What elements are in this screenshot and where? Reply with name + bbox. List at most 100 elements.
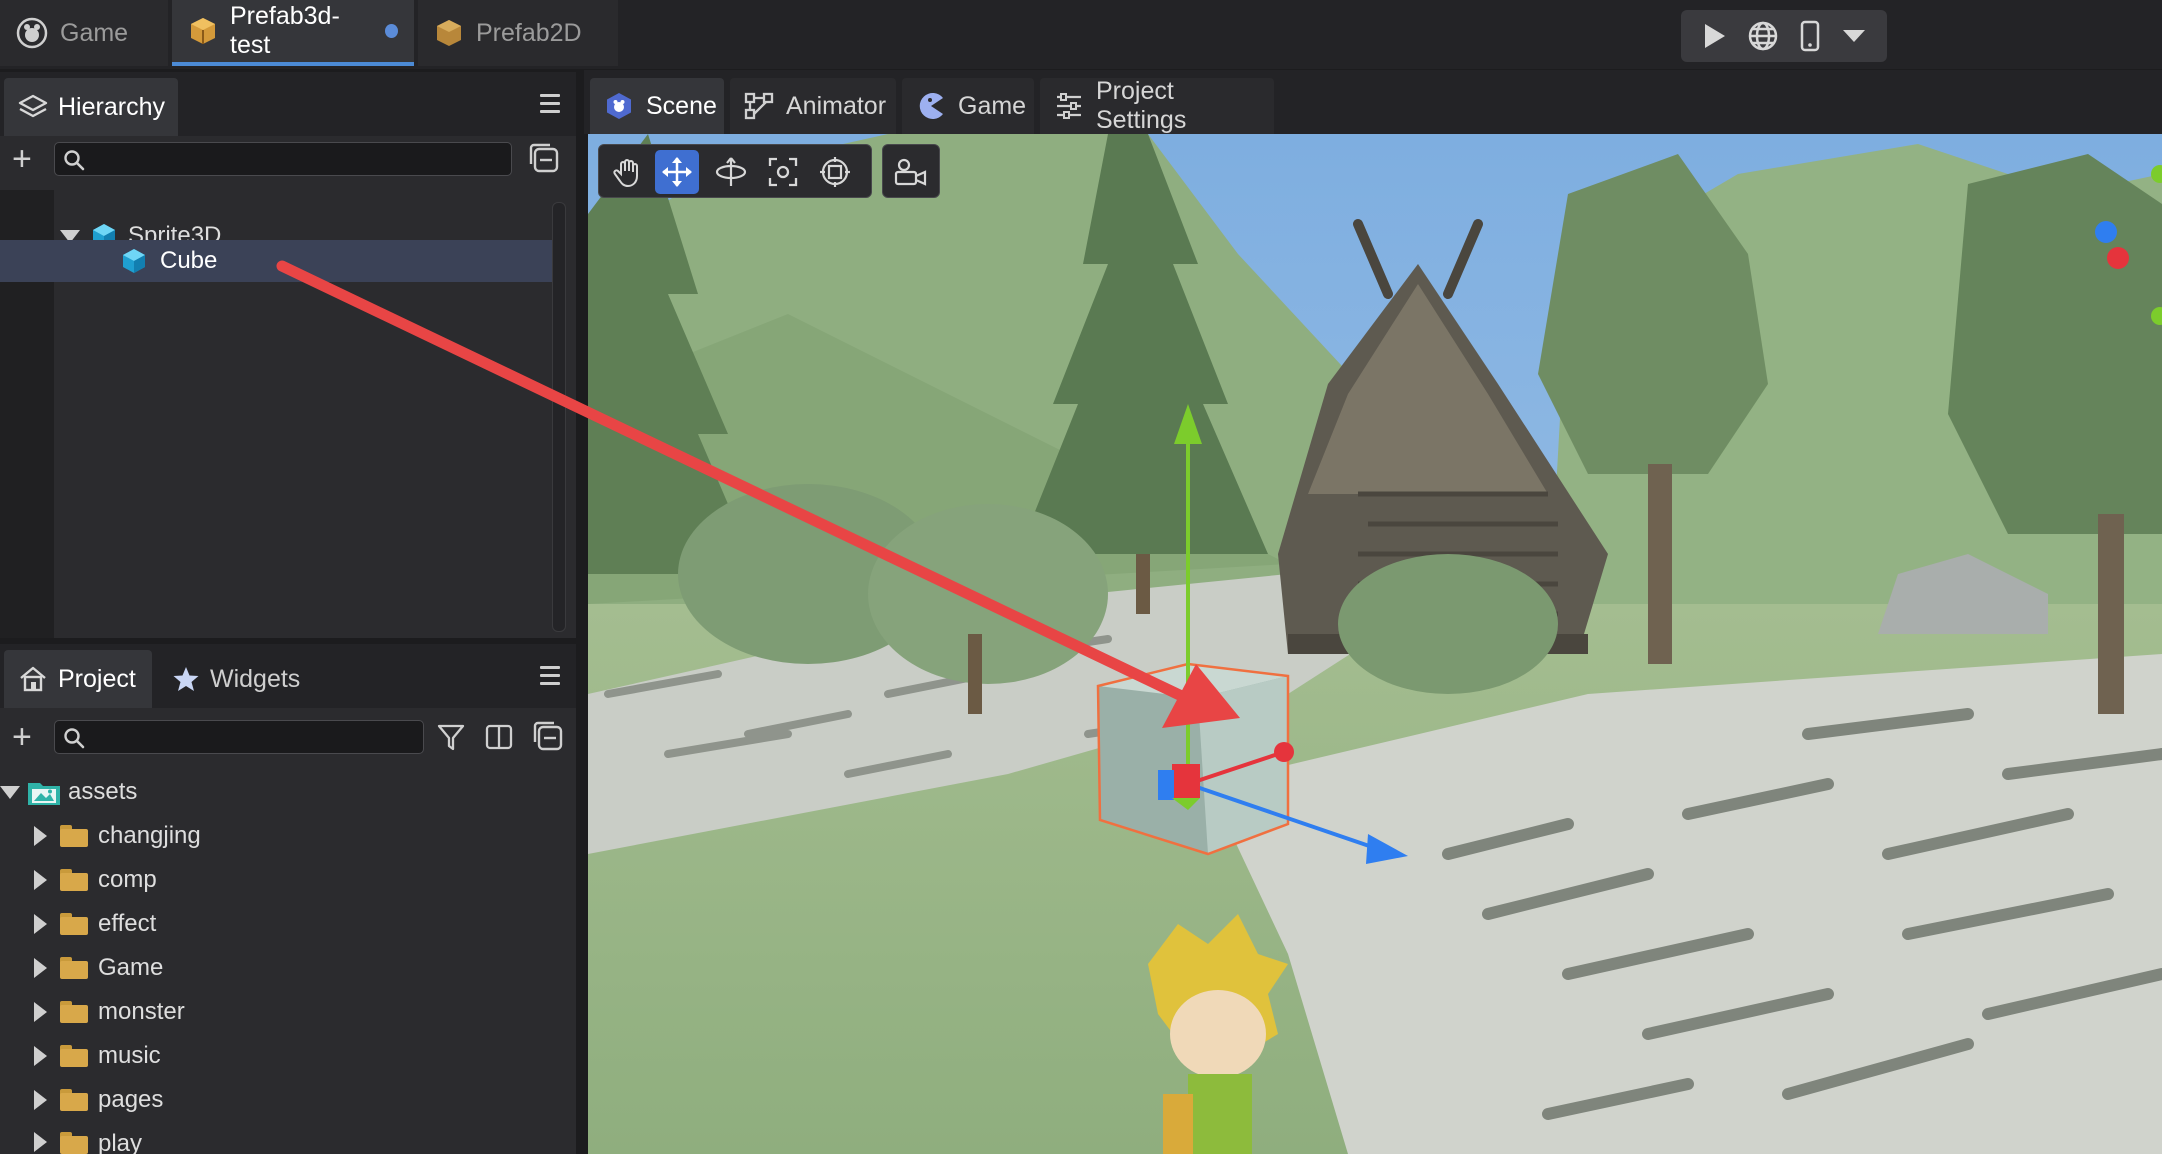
folder-icon — [60, 1001, 88, 1023]
scene-tabbar: Scene Animator Game Project Settings — [584, 70, 2162, 134]
hierarchy-search-input[interactable] — [54, 142, 512, 176]
folder-icon — [60, 913, 88, 935]
add-asset-button[interactable]: + — [12, 720, 32, 754]
expand-caret-icon[interactable] — [34, 914, 47, 934]
cube-3d-icon — [120, 247, 148, 275]
folder-icon — [60, 1045, 88, 1067]
expand-caret-icon[interactable] — [34, 870, 47, 890]
rotate-tool-icon[interactable] — [709, 150, 753, 194]
hierarchy-tabbar: Hierarchy — [0, 72, 576, 136]
project-search-input[interactable] — [54, 720, 424, 754]
folder-music[interactable]: music — [0, 1036, 576, 1076]
expand-caret-icon[interactable] — [0, 785, 20, 799]
mobile-device-icon[interactable] — [1799, 20, 1821, 52]
vertical-splitter[interactable] — [576, 70, 584, 1154]
folder-play[interactable]: play — [0, 1124, 576, 1154]
hierarchy-scrollbar[interactable] — [552, 202, 566, 632]
folder-label: changjing — [98, 822, 201, 849]
camera-icon[interactable] — [889, 150, 933, 194]
doc-tab-game[interactable]: Game — [0, 0, 168, 66]
tree-node-cube[interactable]: Cube — [0, 240, 552, 282]
search-icon — [63, 727, 85, 749]
dropdown-arrow-icon[interactable] — [1841, 28, 1867, 44]
doc-tab-label: Game — [60, 18, 129, 47]
transform-toolbar — [598, 144, 872, 198]
scene-render — [588, 134, 2162, 1154]
folder-label: monster — [98, 998, 185, 1025]
tab-animator[interactable]: Animator — [730, 78, 896, 134]
doc-tab-prefab3d-test[interactable]: Prefab3d-test — [172, 0, 414, 66]
folder-label: Game — [98, 954, 164, 981]
panel-menu-icon[interactable] — [540, 666, 560, 690]
folder-changjing[interactable]: changjing — [0, 816, 576, 856]
tree-node-assets[interactable]: assets — [0, 772, 576, 812]
search-icon — [63, 149, 85, 171]
hierarchy-panel: Hierarchy + Sprite3D Cube — [0, 72, 576, 638]
folder-effect[interactable]: effect — [0, 904, 576, 944]
doc-tab-label: Prefab2D — [476, 18, 582, 47]
folder-comp[interactable]: comp — [0, 860, 576, 900]
tab-label: Widgets — [210, 664, 301, 693]
animator-icon — [744, 91, 774, 121]
sliders-icon — [1054, 91, 1084, 121]
folder-icon — [60, 825, 88, 847]
hand-pan-icon[interactable] — [605, 150, 649, 194]
tab-scene[interactable]: Scene — [590, 78, 724, 134]
tab-label: Animator — [786, 91, 887, 120]
tab-label: Game — [958, 91, 1027, 120]
camera-toolbar — [882, 144, 940, 198]
unsaved-dot-icon — [385, 24, 398, 38]
two-column-view-icon[interactable] — [484, 722, 514, 752]
folder-monster[interactable]: monster — [0, 992, 576, 1032]
folder-pages[interactable]: pages — [0, 1080, 576, 1120]
assets-folder-icon — [26, 777, 62, 807]
tab-label: Project — [58, 664, 136, 693]
add-node-button[interactable]: + — [12, 142, 32, 176]
scene-icon — [604, 91, 634, 121]
folder-game[interactable]: Game — [0, 948, 576, 988]
collapse-all-icon[interactable] — [532, 720, 564, 752]
expand-caret-icon[interactable] — [34, 958, 47, 978]
project-panel: Project Widgets + assets changjing comp … — [0, 644, 576, 1154]
globe-icon[interactable] — [1747, 20, 1779, 52]
move-tool-icon[interactable] — [655, 150, 699, 194]
play-icon[interactable] — [1701, 22, 1727, 50]
filter-icon[interactable] — [436, 722, 466, 752]
tree-node-label: Cube — [160, 247, 218, 274]
engine-logo-icon — [16, 17, 48, 49]
scale-tool-icon[interactable] — [761, 150, 805, 194]
folder-label: play — [98, 1130, 143, 1154]
home-icon — [18, 665, 48, 693]
tree-node-label: assets — [68, 778, 138, 805]
folder-icon — [60, 869, 88, 891]
folder-label: comp — [98, 866, 157, 893]
folder-icon — [60, 957, 88, 979]
expand-caret-icon[interactable] — [34, 1046, 47, 1066]
tab-hierarchy[interactable]: Hierarchy — [4, 78, 178, 136]
expand-caret-icon[interactable] — [34, 1002, 47, 1022]
tab-project[interactable]: Project — [4, 650, 152, 708]
tab-game[interactable]: Game — [902, 78, 1034, 134]
run-controls — [1681, 10, 1887, 62]
tab-label: Project Settings — [1096, 77, 1187, 134]
tab-widgets[interactable]: Widgets — [158, 650, 320, 708]
collapse-all-icon[interactable] — [528, 142, 560, 174]
expand-caret-icon[interactable] — [34, 1132, 47, 1152]
document-tab-bar: Game Prefab3d-test Prefab2D — [0, 0, 2162, 69]
prefab-box-icon — [188, 16, 218, 46]
folder-icon — [60, 1132, 88, 1154]
tab-project-settings[interactable]: Project Settings — [1040, 77, 1274, 134]
folder-icon — [60, 1089, 88, 1111]
rect-tool-icon[interactable] — [813, 150, 857, 194]
expand-caret-icon[interactable] — [34, 1090, 47, 1110]
tab-label: Scene — [646, 91, 717, 120]
doc-tab-label: Prefab3d-test — [230, 2, 340, 59]
folder-label: effect — [98, 910, 157, 937]
doc-tab-prefab2d[interactable]: Prefab2D — [418, 0, 618, 66]
prefab-box-icon — [434, 18, 464, 48]
folder-label: music — [98, 1042, 161, 1069]
game-pacman-icon — [916, 91, 946, 121]
panel-menu-icon[interactable] — [540, 94, 560, 118]
expand-caret-icon[interactable] — [34, 826, 47, 846]
scene-viewport[interactable] — [588, 134, 2162, 1154]
